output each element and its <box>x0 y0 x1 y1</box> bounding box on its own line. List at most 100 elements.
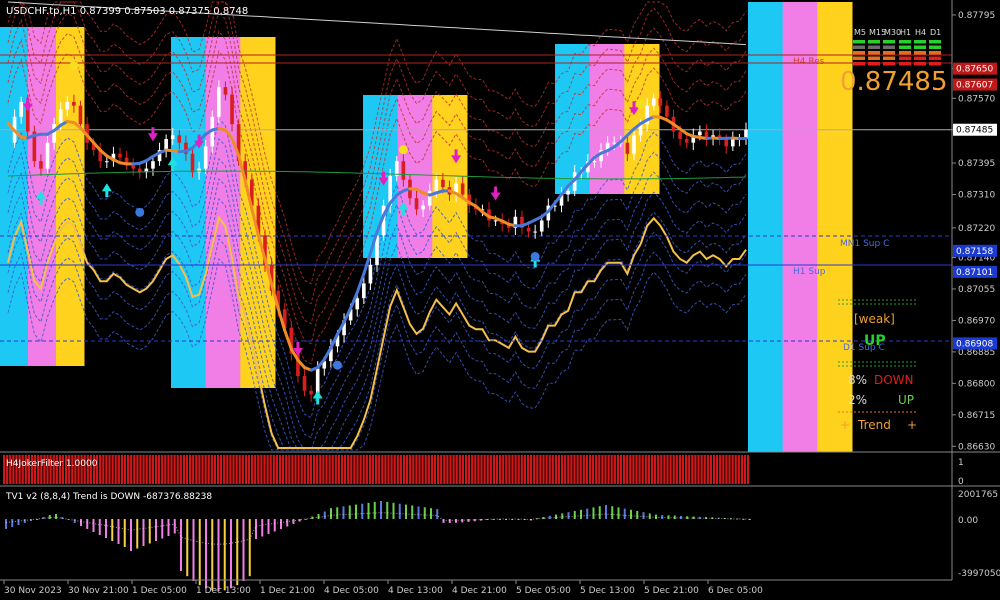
candle-body <box>197 168 201 173</box>
filter-bar <box>123 455 127 484</box>
filter-bar <box>607 455 610 484</box>
filter-bar <box>328 455 331 484</box>
filter-bar <box>443 455 446 484</box>
strength-cell <box>914 40 926 44</box>
oscillator-bar <box>180 519 182 571</box>
filter-bar <box>626 455 629 484</box>
oscillator-bar <box>555 514 557 519</box>
oscillator-bar <box>5 519 7 529</box>
filter-bar <box>294 455 297 484</box>
candle-body <box>401 161 406 180</box>
oscillator-bar <box>648 513 651 519</box>
filter-bar <box>520 455 523 484</box>
filter-bar <box>105 455 108 484</box>
oscillator-bar <box>267 519 270 534</box>
filter-bar <box>505 455 508 484</box>
time-tick-label: 1 Dec 21:00 <box>260 586 315 596</box>
oscillator-bar <box>436 509 439 519</box>
oscillator-bar <box>567 512 570 519</box>
price-tag-label: 0.86908 <box>956 339 993 349</box>
filter-bar <box>282 455 285 484</box>
oscillator-bar <box>442 519 445 523</box>
filter-bar <box>161 455 164 484</box>
candle-body <box>651 98 656 106</box>
filter-bar <box>387 455 390 484</box>
signal-dot-icon <box>69 61 79 71</box>
filter-bar <box>604 455 607 484</box>
filter-histogram <box>3 455 750 484</box>
candle-body <box>414 198 419 210</box>
price-tag-label: 0.87650 <box>956 65 993 75</box>
candle-body <box>170 135 175 139</box>
oscillator-bar <box>423 507 426 519</box>
osc-axis-tick: 0.00 <box>958 516 978 526</box>
candle-body <box>118 153 122 158</box>
filter-bar <box>694 455 697 484</box>
filter-bar <box>254 455 257 484</box>
filter-bar <box>154 455 158 484</box>
oscillator-bar <box>661 515 664 519</box>
filter-bar <box>148 455 151 484</box>
filter-bar <box>102 455 105 484</box>
filter-bar <box>204 455 207 484</box>
oscillator-bar <box>148 519 151 544</box>
filter-bar <box>461 455 464 484</box>
candle-body <box>105 161 109 163</box>
strength-cell <box>883 62 895 66</box>
filter-bar <box>551 455 554 484</box>
candle-body <box>177 135 182 143</box>
filter-bar <box>747 455 750 484</box>
timeframe-label: H4 <box>915 28 926 37</box>
oscillator-bar <box>305 519 307 520</box>
oscillator-bar <box>98 519 101 535</box>
time-tick-label: 1 Dec 13:00 <box>196 586 251 596</box>
filter-bar <box>511 455 514 484</box>
price-tick-label: 0.87570 <box>958 94 995 104</box>
oscillator-bar <box>123 519 126 547</box>
filter-bar <box>514 455 517 484</box>
filter-bar <box>722 455 725 484</box>
filter-bar <box>198 455 201 484</box>
filter-bar <box>427 455 430 484</box>
filter-bar <box>167 455 170 484</box>
strength-cell <box>899 56 911 60</box>
filter-bar <box>728 455 731 484</box>
filter-bar <box>229 455 232 484</box>
oscillator-bar <box>205 519 207 589</box>
filter-bar <box>548 455 551 484</box>
filter-bar <box>247 455 251 484</box>
filter-bar <box>316 455 319 484</box>
time-tick-label: 30 Nov 21:00 <box>68 586 129 596</box>
oscillator-bar <box>392 502 395 519</box>
filter-bar <box>480 455 483 484</box>
filter-bar <box>437 455 440 484</box>
filter-bar <box>669 455 672 484</box>
filter-bar <box>595 455 598 484</box>
filter-bar <box>170 455 173 484</box>
strength-cell <box>853 56 865 60</box>
filter-bar <box>592 455 595 484</box>
strength-cell <box>914 56 926 60</box>
filter-bar <box>3 455 6 484</box>
trading-chart[interactable]: USDCHF.tp,H1 0.87399 0.87503 0.87375 0.8… <box>0 0 1000 600</box>
oscillator-bar <box>617 507 620 519</box>
oscillator-bar <box>361 503 364 519</box>
filter-bar <box>334 455 337 484</box>
up-word: UP <box>898 393 914 407</box>
oscillator-bar <box>298 519 301 522</box>
strength-weak: [weak] <box>854 312 895 326</box>
filter-bar <box>120 455 123 484</box>
candle-body <box>539 220 544 232</box>
oscillator-bar <box>336 507 339 519</box>
filter-bar <box>189 455 192 484</box>
time-tick-label: 4 Dec 21:00 <box>452 586 507 596</box>
oscillator-bar <box>198 519 201 586</box>
filter-bar <box>185 455 189 484</box>
filter-bar <box>573 455 576 484</box>
oscillator-bar <box>373 501 376 519</box>
oscillator-bar <box>323 511 326 519</box>
filter-bar <box>347 455 350 484</box>
price-tick-label: 0.87220 <box>958 224 995 234</box>
filter-bar <box>703 455 706 484</box>
filter-bar <box>570 455 573 484</box>
